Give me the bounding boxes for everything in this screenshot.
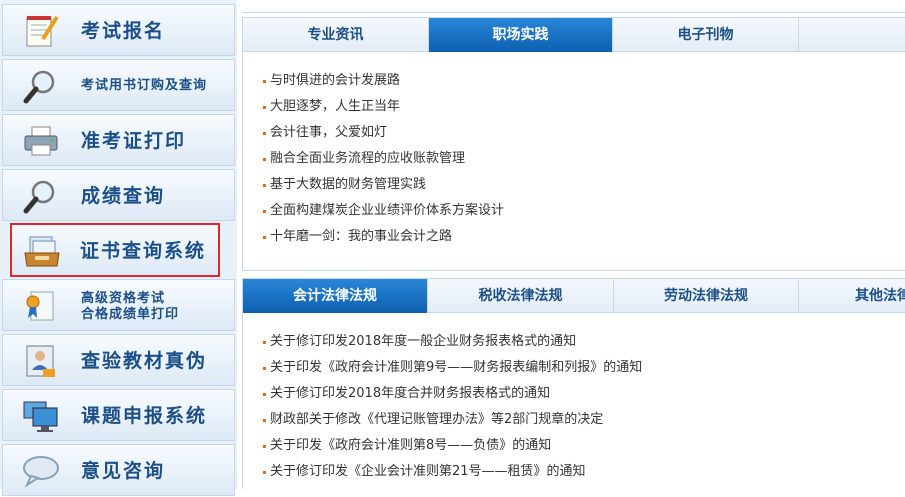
list-item[interactable]: 关于修订印发2018年度一般企业财务报表格式的通知 (243, 329, 905, 355)
news-tabbar: 专业资讯 职场实践 电子刊物 (243, 17, 905, 52)
certificate-tray-icon (22, 233, 62, 269)
list-item[interactable]: 基于大数据的财务管理实践 (243, 172, 905, 198)
sidebar-item-feedback[interactable]: 意见咨询 (2, 444, 235, 496)
sidebar-item-project-application[interactable]: 课题申报系统 (2, 389, 235, 441)
list-item[interactable]: 会计往事，父爱如灯 (243, 120, 905, 146)
sidebar-item-exam-registration[interactable]: 考试报名 (2, 4, 235, 56)
magnifier-icon (21, 178, 61, 214)
tab-other-law[interactable]: 其他法律法规 (799, 279, 905, 313)
list-item[interactable]: 大胆逐梦，人生正当年 (243, 94, 905, 120)
notepad-pencil-icon (21, 13, 61, 49)
sidebar-item-label: 考试用书订购及查询 (81, 78, 208, 93)
sidebar-item-label: 课题申报系统 (81, 405, 208, 427)
tab-workplace-practice[interactable]: 职场实践 (429, 18, 613, 52)
sidebar-item-book-order[interactable]: 考试用书订购及查询 (2, 59, 235, 111)
tab-e-journal[interactable]: 电子刊物 (613, 18, 799, 52)
sidebar-item-label: 查验教材真伪 (81, 350, 208, 372)
magnifier-icon (21, 68, 61, 104)
list-item[interactable]: 关于修订印发2018年度合并财务报表格式的通知 (243, 381, 905, 407)
sidebar-item-certificate-query[interactable]: 证书查询系统 (10, 223, 220, 277)
sidebar-item-label: 高级资格考试 合格成绩单打印 (81, 291, 180, 322)
list-item[interactable]: 关于印发《政府会计准则第9号——财务报表编制和列报》的通知 (243, 355, 905, 381)
sidebar-item-score-query[interactable]: 成绩查询 (2, 169, 235, 221)
sidebar-item-label: 证书查询系统 (80, 240, 207, 262)
sidebar-item-textbook-verify[interactable]: 查验教材真伪 (2, 334, 235, 386)
law-panel: 会计法律法规 税收法律法规 劳动法律法规 其他法律法规 关于修订印发2018年度… (242, 278, 905, 489)
list-item[interactable]: 与时俱进的会计发展路 (243, 68, 905, 94)
printer-icon (21, 123, 61, 159)
tab-labor-law[interactable]: 劳动法律法规 (614, 279, 799, 313)
list-item[interactable]: 全面构建煤炭企业业绩评价体系方案设计 (243, 198, 905, 224)
monitor-icon (21, 398, 61, 434)
tab-accounting-law[interactable]: 会计法律法规 (243, 279, 428, 313)
sidebar-item-senior-score-print[interactable]: 高级资格考试 合格成绩单打印 (2, 279, 235, 331)
speech-bubble-icon (21, 453, 61, 489)
list-item[interactable]: 十年磨一剑：我的事业会计之路 (243, 224, 905, 250)
sidebar-item-admission-print[interactable]: 准考证打印 (2, 114, 235, 166)
list-item[interactable]: 融合全面业务流程的应收账款管理 (243, 146, 905, 172)
list-item[interactable]: 关于修订印发《企业会计准则第21号——租赁》的通知 (243, 459, 905, 485)
news-list: 与时俱进的会计发展路 大胆逐梦，人生正当年 会计往事，父爱如灯 融合全面业务流程… (243, 68, 905, 250)
sidebar-item-label: 准考证打印 (81, 130, 187, 152)
certificate-ribbon-icon (21, 288, 61, 324)
panel-divider (242, 270, 905, 271)
law-tabbar: 会计法律法规 税收法律法规 劳动法律法规 其他法律法规 (243, 278, 905, 313)
sidebar-item-label: 考试报名 (81, 20, 166, 42)
id-card-icon (21, 343, 61, 379)
top-divider (242, 0, 905, 13)
sidebar-item-label: 成绩查询 (81, 185, 166, 207)
tab-professional-news[interactable]: 专业资讯 (243, 18, 429, 52)
sidebar: 考试报名 考试用书订购及查询 准考证打印 成绩查询 证书查询系统 高级资格考试 … (0, 0, 237, 496)
sidebar-item-label: 意见咨询 (81, 460, 166, 482)
law-list: 关于修订印发2018年度一般企业财务报表格式的通知 关于印发《政府会计准则第9号… (243, 329, 905, 485)
tab-tax-law[interactable]: 税收法律法规 (428, 279, 614, 313)
list-item[interactable]: 财政部关于修改《代理记账管理办法》等2部门规章的决定 (243, 407, 905, 433)
news-panel: 专业资讯 职场实践 电子刊物 与时俱进的会计发展路 大胆逐梦，人生正当年 会计往… (242, 17, 905, 271)
list-item[interactable]: 关于印发《政府会计准则第8号——负债》的通知 (243, 433, 905, 459)
